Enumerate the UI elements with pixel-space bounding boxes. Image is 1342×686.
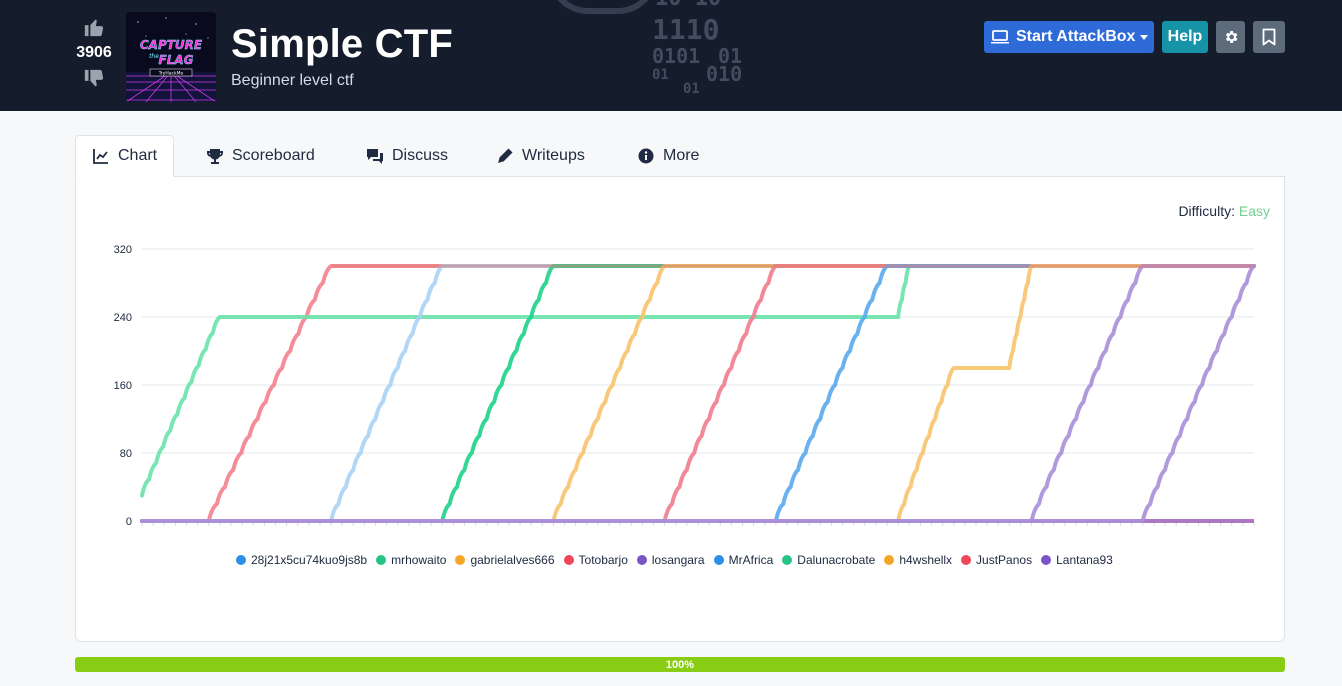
legend-item[interactable]: gabrielalves666 bbox=[455, 553, 555, 567]
room-progress-bar: 100% bbox=[75, 657, 1285, 672]
vote-widget: 3906 bbox=[74, 16, 114, 90]
info-circle-icon bbox=[637, 147, 655, 165]
y-tick-label: 240 bbox=[114, 312, 132, 324]
room-progress-label: 100% bbox=[665, 658, 695, 671]
thumbs-down-icon[interactable] bbox=[83, 68, 105, 90]
comments-icon bbox=[366, 147, 384, 165]
legend-label: 28j21x5cu74kuo9js8b bbox=[251, 553, 368, 567]
legend-item[interactable]: Totobarjo bbox=[563, 553, 628, 567]
header-bg-digits: 1110 bbox=[652, 13, 720, 46]
room-image-line3: FLAG bbox=[159, 53, 194, 67]
legend-swatch bbox=[782, 555, 793, 565]
legend-swatch bbox=[961, 555, 972, 565]
tab-label: Chart bbox=[118, 147, 158, 164]
tab-chart[interactable]: Chart bbox=[75, 135, 174, 177]
tab-label: Discuss bbox=[392, 147, 449, 164]
tab-discuss[interactable]: Discuss bbox=[366, 135, 464, 177]
header-bg-digits: 10-10 bbox=[655, 0, 721, 10]
bookmark-icon bbox=[1262, 28, 1276, 46]
legend-label: Dalunacrobate bbox=[797, 553, 876, 567]
series-line-9 bbox=[140, 264, 1256, 523]
legend-swatch bbox=[376, 555, 387, 565]
tab-label: More bbox=[663, 147, 700, 164]
legend-item[interactable]: Lantana93 bbox=[1041, 553, 1113, 567]
legend-swatch bbox=[1041, 555, 1052, 565]
series-line-2 bbox=[140, 264, 1256, 498]
start-attackbox-label: Start AttackBox bbox=[1016, 28, 1136, 45]
legend-label: MrAfrica bbox=[728, 553, 774, 567]
settings-button[interactable] bbox=[1216, 21, 1245, 53]
room-tabs: Chart Scoreboard Discuss Writeups More bbox=[75, 135, 721, 177]
legend-swatch bbox=[713, 555, 724, 565]
scoreboard-chart: 0 80 160 240 320 bbox=[114, 244, 1256, 528]
header-bg-digits: 0101 bbox=[652, 44, 701, 68]
header-bg-digits: 010 bbox=[706, 62, 743, 86]
tab-more[interactable]: More bbox=[637, 135, 721, 177]
tab-scoreboard[interactable]: Scoreboard bbox=[206, 135, 334, 177]
chart-legend: 28j21x5cu74kuo9js8b mrhowaito gabrielalves… bbox=[236, 553, 1122, 567]
legend-item[interactable]: Dalunacrobate bbox=[782, 553, 875, 567]
chart-panel: Difficulty: Easy 0 80 160 240 320 28j21x5cu7… bbox=[75, 176, 1285, 642]
legend-swatch bbox=[455, 555, 466, 565]
room-image-line1: CAPTURE bbox=[140, 38, 203, 52]
tab-writeups[interactable]: Writeups bbox=[496, 135, 614, 177]
legend-swatch bbox=[884, 555, 895, 565]
start-attackbox-button[interactable]: Start AttackBox bbox=[984, 21, 1154, 53]
header-bg-digits: 01 bbox=[683, 81, 700, 97]
chevron-down-icon[interactable] bbox=[1140, 35, 1148, 40]
bookmark-button[interactable] bbox=[1253, 21, 1285, 53]
thumbs-up-icon[interactable] bbox=[83, 16, 105, 38]
tab-label: Writeups bbox=[522, 147, 585, 164]
legend-item[interactable]: JustPanos bbox=[961, 553, 1032, 567]
legend-item[interactable]: MrAfrica bbox=[713, 553, 774, 567]
pen-icon bbox=[496, 147, 514, 165]
y-tick-label: 320 bbox=[114, 244, 132, 256]
upvote-count: 3906 bbox=[76, 44, 112, 61]
legend-item[interactable]: 28j21x5cu74kuo9js8b bbox=[236, 553, 367, 567]
room-subtitle: Beginner level ctf bbox=[231, 72, 354, 89]
gear-icon bbox=[1223, 29, 1239, 45]
room-title: Simple CTF bbox=[231, 22, 454, 66]
legend-label: Lantana93 bbox=[1056, 553, 1113, 567]
y-tick-label: 160 bbox=[114, 380, 132, 392]
header-bg-decoration bbox=[548, 0, 658, 14]
legend-label: gabrielalves666 bbox=[470, 553, 555, 567]
legend-label: losangara bbox=[651, 553, 705, 567]
room-header: 10-10 1110 0101 01 01 010 01 3906 bbox=[0, 0, 1342, 111]
legend-label: JustPanos bbox=[976, 553, 1033, 567]
legend-swatch bbox=[236, 555, 246, 565]
trophy-icon bbox=[206, 147, 224, 165]
legend-label: Totobarjo bbox=[578, 553, 628, 567]
y-tick-label: 80 bbox=[120, 448, 132, 460]
room-image-badge: TryHackMe bbox=[158, 71, 184, 77]
legend-swatch bbox=[563, 555, 574, 565]
laptop-icon bbox=[990, 29, 1010, 45]
room-progress-fill: 100% bbox=[75, 657, 1285, 672]
legend-item[interactable]: mrhowaito bbox=[376, 553, 446, 567]
y-tick-label: 0 bbox=[126, 516, 132, 528]
legend-label: h4wshellx bbox=[899, 553, 953, 567]
room-image: CAPTURE the FLAG TryHackMe bbox=[126, 12, 216, 102]
legend-swatch bbox=[636, 555, 647, 565]
legend-item[interactable]: losangara bbox=[636, 553, 705, 567]
chart-line-icon bbox=[92, 147, 110, 165]
header-bg-digits: 01 bbox=[652, 67, 669, 83]
legend-item[interactable]: h4wshellx bbox=[884, 553, 952, 567]
tab-label: Scoreboard bbox=[232, 147, 315, 164]
help-button[interactable]: Help bbox=[1162, 21, 1208, 53]
legend-label: mrhowaito bbox=[391, 553, 447, 567]
